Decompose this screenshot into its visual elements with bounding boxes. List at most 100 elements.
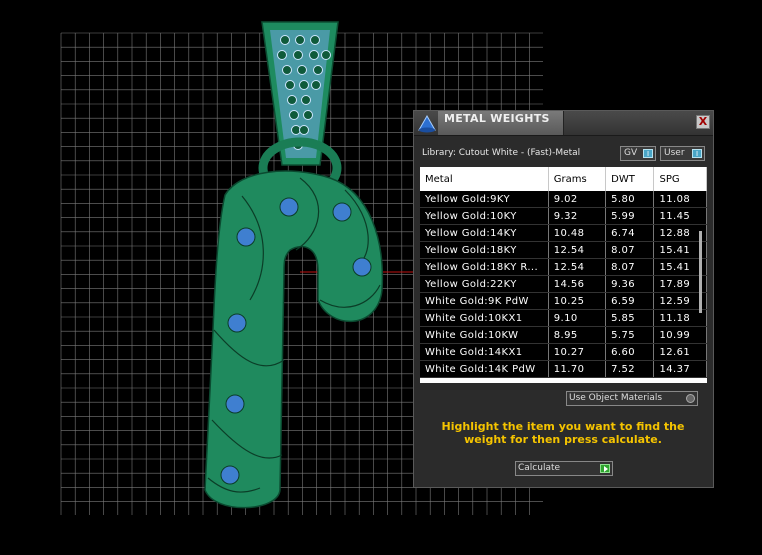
user-toggle-icon: I	[692, 149, 702, 158]
table-cell: 10.25	[548, 292, 607, 310]
table-row[interactable]: Yellow Gold:10KY 9.32 5.99 11.45	[420, 207, 707, 225]
calculate-button[interactable]: Calculate	[515, 461, 613, 476]
table-cell: White Gold:14K PdW	[420, 360, 549, 378]
table-cell: 6.74	[605, 224, 655, 242]
table-cell: White Gold:10KX1	[420, 309, 549, 327]
metal-weights-app-icon	[418, 114, 436, 133]
table-row[interactable]: White Gold:14KX1 10.27 6.60 12.61	[420, 343, 707, 361]
user-label: User	[664, 148, 685, 158]
table-row[interactable]: Yellow Gold:22KY 14.56 9.36 17.89	[420, 275, 707, 293]
table-cell: Yellow Gold:18KY R...	[420, 258, 549, 276]
table-cell: 5.80	[605, 191, 655, 208]
table-cell: 12.54	[548, 258, 607, 276]
table-cell: 14.37	[653, 360, 707, 378]
pave-stone	[287, 95, 297, 105]
panel-title: METAL WEIGHTS	[444, 112, 550, 125]
use-object-materials-label: Use Object Materials	[569, 393, 663, 403]
gem-stone[interactable]	[352, 257, 372, 277]
table-cell: 8.07	[605, 258, 655, 276]
gv-toggle-button[interactable]: GV I	[620, 146, 656, 161]
pave-stone	[299, 80, 309, 90]
gem-stone[interactable]	[332, 202, 352, 222]
pave-stone	[313, 65, 323, 75]
table-cell: 8.95	[548, 326, 607, 344]
table-cell: 9.32	[548, 207, 607, 225]
gv-toggle-icon: I	[643, 149, 653, 158]
table-row[interactable]: Yellow Gold:9KY 9.02 5.80 11.08	[420, 191, 707, 208]
cane-body	[204, 170, 384, 509]
table-cell: 9.36	[605, 275, 655, 293]
table-cell: 8.07	[605, 241, 655, 259]
calculate-label: Calculate	[518, 463, 561, 473]
metal-weights-panel: METAL WEIGHTS X Library: Cutout White - …	[413, 110, 714, 488]
pave-stone	[310, 35, 320, 45]
column-header-spg[interactable]: SPG	[653, 167, 707, 191]
pave-stone	[277, 50, 287, 60]
gem-stone[interactable]	[227, 313, 247, 333]
pave-stone	[311, 80, 321, 90]
table-cell: 10.48	[548, 224, 607, 242]
pave-stone	[309, 50, 319, 60]
instruction-text: Highlight the item you want to find the …	[441, 420, 685, 446]
pave-stone	[321, 50, 331, 60]
table-cell: 10.27	[548, 343, 607, 361]
pave-stone	[301, 95, 311, 105]
pave-stone	[295, 35, 305, 45]
pave-stone	[303, 110, 313, 120]
table-row[interactable]: White Gold:9K PdW 10.25 6.59 12.59	[420, 292, 707, 310]
table-cell: Yellow Gold:10KY	[420, 207, 549, 225]
table-cell: Yellow Gold:22KY	[420, 275, 549, 293]
gem-stone[interactable]	[225, 394, 245, 414]
table-cell: 6.59	[605, 292, 655, 310]
panel-titlebar[interactable]: METAL WEIGHTS X	[414, 111, 713, 136]
pave-stone	[297, 65, 307, 75]
table-header-row: Metal Grams DWT SPG	[420, 167, 707, 191]
table-cell: Yellow Gold:18KY	[420, 241, 549, 259]
pave-stone	[299, 125, 309, 135]
pave-stone	[293, 50, 303, 60]
user-toggle-button[interactable]: User I	[660, 146, 705, 161]
table-cell: 6.60	[605, 343, 655, 361]
table-cell: 12.54	[548, 241, 607, 259]
gem-stone[interactable]	[279, 197, 299, 217]
metal-weights-table[interactable]: Metal Grams DWT SPG Yellow Gold:9KY 9.02 5…	[420, 167, 707, 383]
table-cell: White Gold:9K PdW	[420, 292, 549, 310]
table-row[interactable]: White Gold:10KX1 9.10 5.85 11.18	[420, 309, 707, 327]
table-cell: 5.85	[605, 309, 655, 327]
table-cell: White Gold:10KW	[420, 326, 549, 344]
library-label: Library: Cutout White - (Fast)-Metal	[422, 148, 581, 158]
table-row[interactable]: Yellow Gold:18KY R... 12.54 8.07 15.41	[420, 258, 707, 276]
table-cell: Yellow Gold:14KY	[420, 224, 549, 242]
pave-stone	[285, 80, 295, 90]
toggle-knob-icon	[686, 394, 695, 403]
table-cell: 9.10	[548, 309, 607, 327]
table-cell: 11.08	[653, 191, 707, 208]
gem-stone[interactable]	[236, 227, 256, 247]
gv-label: GV	[624, 148, 638, 158]
column-header-dwt[interactable]: DWT	[605, 167, 655, 191]
table-cell: 7.52	[605, 360, 655, 378]
pave-stone	[280, 35, 290, 45]
table-cell: 10.99	[653, 326, 707, 344]
table-cell: 14.56	[548, 275, 607, 293]
column-header-grams[interactable]: Grams	[548, 167, 607, 191]
pave-stone	[289, 110, 299, 120]
table-row[interactable]: Yellow Gold:14KY 10.48 6.74 12.88	[420, 224, 707, 242]
pave-stone	[282, 65, 292, 75]
column-header-metal[interactable]: Metal	[420, 167, 549, 191]
table-cell: 5.75	[605, 326, 655, 344]
table-row[interactable]: Yellow Gold:18KY 12.54 8.07 15.41	[420, 241, 707, 259]
table-cell: 12.61	[653, 343, 707, 361]
close-button[interactable]: X	[696, 115, 710, 129]
vertical-scrollbar[interactable]	[699, 231, 702, 313]
table-row[interactable]: White Gold:10KW 8.95 5.75 10.99	[420, 326, 707, 344]
use-object-materials-toggle[interactable]: Use Object Materials	[566, 391, 698, 406]
table-cell: 11.70	[548, 360, 607, 378]
table-row[interactable]: White Gold:14K PdW 11.70 7.52 14.37	[420, 360, 707, 378]
play-arrow-icon	[600, 464, 610, 473]
table-cell: 11.45	[653, 207, 707, 225]
gem-stone[interactable]	[220, 465, 240, 485]
table-cell: Yellow Gold:9KY	[420, 191, 549, 208]
table-cell: 9.02	[548, 191, 607, 208]
table-cell: 5.99	[605, 207, 655, 225]
